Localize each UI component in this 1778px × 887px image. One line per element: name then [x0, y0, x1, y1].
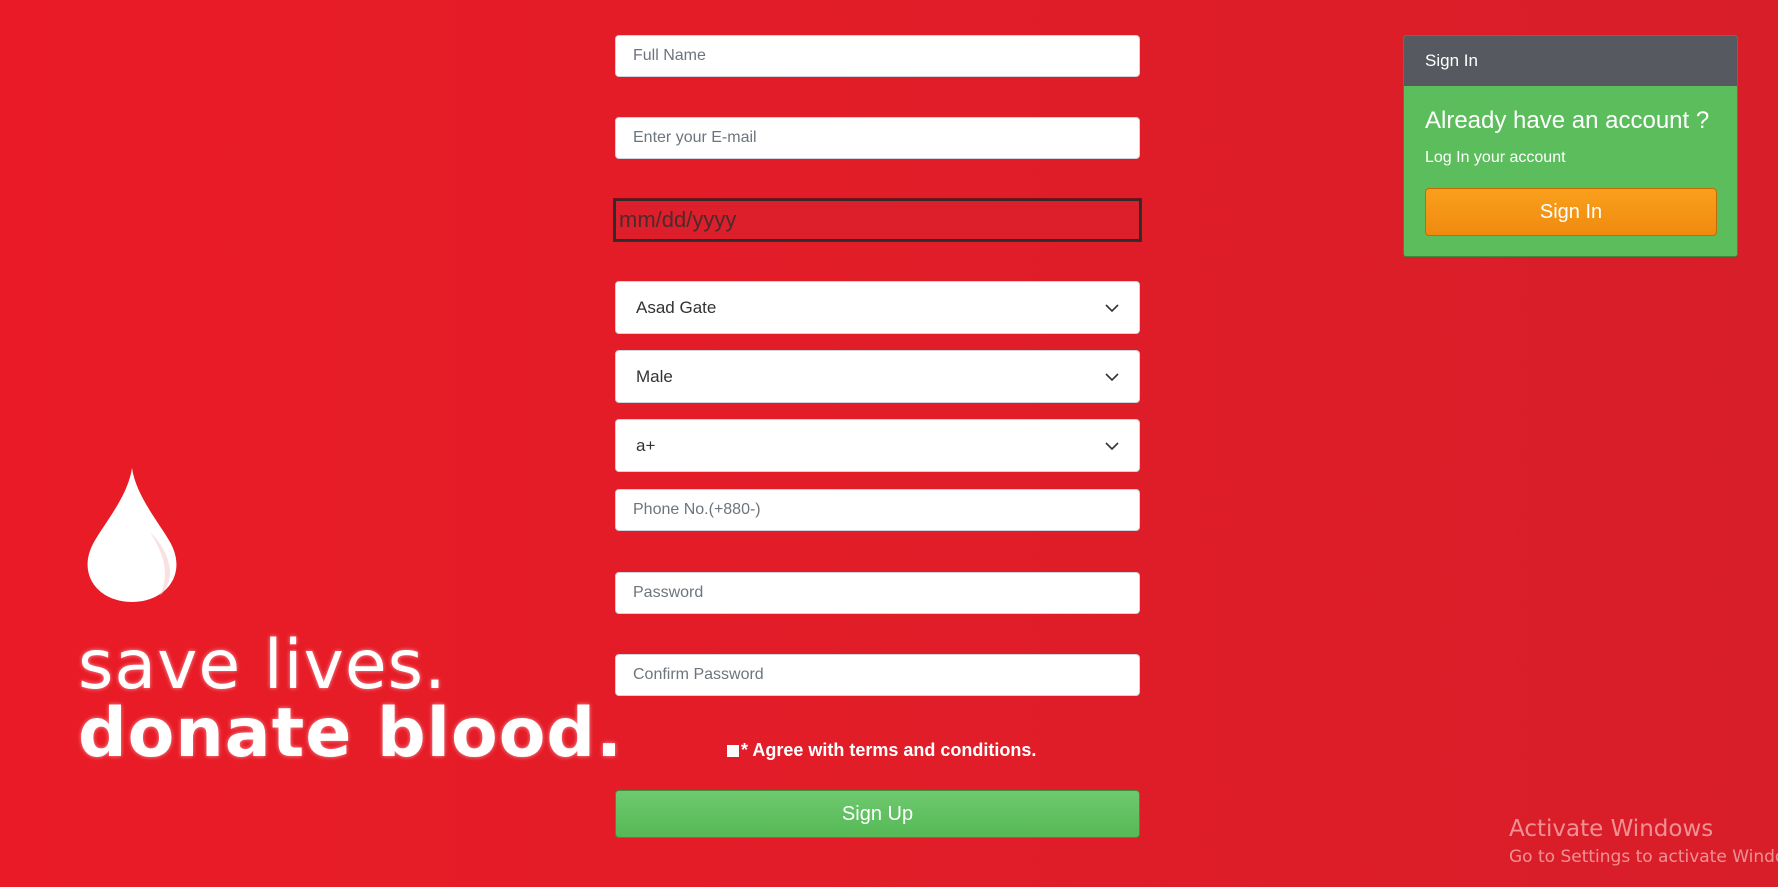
full-name-input[interactable]: Full Name: [615, 35, 1140, 77]
password-placeholder: Password: [633, 584, 704, 601]
slogan: save lives. donate blood.: [78, 632, 623, 768]
sign-in-panel: Sign In Already have an account ? Log In…: [1403, 35, 1738, 257]
terms-label[interactable]: * Agree with terms and conditions.: [741, 740, 1036, 761]
sign-up-label: Sign Up: [841, 802, 914, 825]
blood-group-select[interactable]: a+: [615, 419, 1140, 472]
sign-in-label: Sign In: [1539, 200, 1603, 223]
phone-placeholder: Phone No.(+880-): [633, 501, 761, 518]
phone-input[interactable]: Phone No.(+880-): [615, 489, 1140, 531]
blood-group-selected-value: a+: [636, 435, 656, 455]
watermark-title: Activate Windows: [1509, 816, 1714, 842]
terms-agreement: * Agree with terms and conditions.: [727, 740, 1036, 761]
location-select[interactable]: Asad Gate: [615, 281, 1140, 334]
confirm-password-input[interactable]: Confirm Password: [615, 654, 1140, 696]
location-selected-value: Asad Gate: [636, 297, 717, 317]
gender-selected-value: Male: [636, 366, 673, 386]
panel-title: Already have an account ?: [1425, 107, 1710, 134]
panel-header: Sign In: [1404, 36, 1737, 86]
chevron-down-icon: [1105, 372, 1119, 381]
panel-header-title: Sign In: [1425, 51, 1478, 70]
chevron-down-icon: [1105, 441, 1119, 450]
password-input[interactable]: Password: [615, 572, 1140, 614]
date-placeholder: mm/dd/yyyy: [619, 207, 737, 232]
sign-up-button[interactable]: Sign Up: [615, 790, 1140, 838]
chevron-down-icon: [1105, 303, 1119, 312]
full-name-placeholder: Full Name: [633, 47, 706, 64]
blood-drop-icon: [87, 468, 177, 602]
gender-select[interactable]: Male: [615, 350, 1140, 403]
email-placeholder: Enter your E-mail: [633, 129, 757, 146]
date-of-birth-input[interactable]: mm/dd/yyyy: [614, 199, 1141, 241]
slogan-line-2: donate blood.: [78, 694, 623, 773]
slogan-line-1: save lives.: [78, 626, 447, 705]
terms-checkbox[interactable]: [727, 744, 739, 757]
activate-windows-watermark: Activate Windows Go to Settings to activ…: [1509, 816, 1778, 867]
email-input[interactable]: Enter your E-mail: [615, 117, 1140, 159]
confirm-password-placeholder: Confirm Password: [633, 666, 764, 683]
panel-subtitle: Log In your account: [1425, 149, 1566, 166]
watermark-subtitle: Go to Settings to activate Windows.: [1509, 847, 1778, 867]
sign-in-button[interactable]: Sign In: [1425, 188, 1717, 236]
